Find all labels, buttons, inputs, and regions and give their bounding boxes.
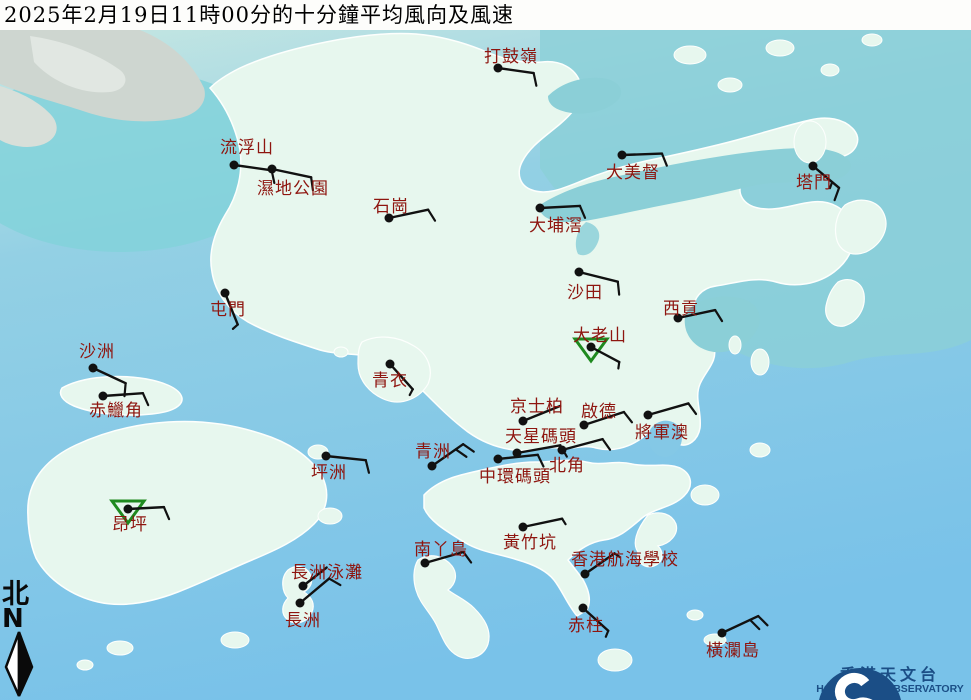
station-label: 天星碼頭 — [505, 427, 577, 447]
station-dot — [268, 165, 277, 174]
station-dot — [124, 505, 133, 514]
hong-kong-map: 流浮山濕地公園 打鼓嶺石崗大埔滘 大美督塔門沙田西貢 屯門沙洲赤鱲角 青衣京士柏啟德將軍… — [0, 0, 971, 700]
soko-island — [107, 641, 133, 655]
beaufort-island — [687, 610, 703, 620]
station-label: 青衣 — [372, 371, 408, 391]
station-dot — [221, 289, 230, 298]
tung-ping-chau-island — [862, 34, 882, 46]
station-label: 打鼓嶺 — [484, 47, 538, 67]
station-label: 赤柱 — [568, 616, 604, 636]
station-label: 石崗 — [373, 197, 409, 217]
crooked-island — [674, 46, 706, 64]
tung-lung-island — [691, 485, 719, 505]
station-label: 青洲 — [415, 442, 451, 462]
station-label: 啟德 — [581, 402, 617, 422]
wind-map-screenshot: 流浮山濕地公園 打鼓嶺石崗大埔滘 大美督塔門沙田西貢 屯門沙洲赤鱲角 青衣京士柏啟德將軍… — [0, 0, 971, 700]
station-dot — [558, 446, 567, 455]
station-label: 屯門 — [210, 300, 246, 320]
station-dot — [99, 392, 108, 401]
station-label: 中環碼頭 — [479, 467, 551, 487]
wind-barb-tick — [618, 282, 619, 295]
station-label: 赤鱲角 — [89, 401, 143, 421]
station-label: 大老山 — [573, 326, 627, 346]
station-label: 西貢 — [663, 299, 699, 319]
double-haven-islet-3 — [821, 64, 839, 76]
kau-sai-chau-island — [751, 349, 769, 375]
station-label: 北角 — [549, 456, 585, 476]
station-label: 黃竹坑 — [503, 533, 557, 553]
map-title: 2025年2月19日11時00分的十分鐘平均風向及風速 — [0, 0, 971, 30]
station-label: 塔門 — [796, 173, 832, 193]
hko-logo: 香港天文台 HONG KONG OBSERVATORY — [815, 666, 965, 696]
station-label: 昂坪 — [112, 515, 148, 535]
ma-wan-island — [334, 347, 348, 357]
double-haven-islet-1 — [718, 78, 742, 92]
station-label: 沙田 — [567, 283, 603, 303]
station-dot — [519, 523, 528, 532]
station-dot — [386, 360, 395, 369]
station-label: 大美督 — [606, 163, 660, 183]
station-label: 南丫島 — [414, 540, 468, 560]
wind-barb-staff — [622, 154, 662, 155]
double-haven-islet-2 — [766, 40, 794, 56]
station-dot — [536, 204, 545, 213]
station-dot — [322, 452, 331, 461]
north-indicator: 北 N — [2, 582, 48, 698]
station-dot — [575, 268, 584, 277]
station-label: 京士柏 — [510, 397, 564, 417]
station-dot — [230, 161, 239, 170]
north-label-en: N — [2, 608, 48, 630]
station-dot — [296, 599, 305, 608]
po-toi-island — [598, 649, 632, 671]
shek-kwu-chau-island — [221, 632, 249, 648]
station-dot — [644, 411, 653, 420]
station-label: 沙洲 — [79, 342, 115, 362]
hko-emblem-icon — [815, 666, 905, 700]
station-label: 濕地公園 — [257, 179, 329, 199]
station-dot — [579, 604, 588, 613]
station-label: 橫瀾島 — [706, 641, 760, 661]
clear-water-bay-islet — [750, 443, 770, 457]
station-label: 將軍澳 — [635, 423, 689, 443]
station-dot — [519, 417, 528, 426]
station-dot — [718, 629, 727, 638]
station-dot — [581, 570, 590, 579]
tap-mun-island — [794, 121, 826, 163]
station-dot — [89, 364, 98, 373]
wind-barb-tick — [618, 362, 619, 368]
soko-islet — [77, 660, 93, 670]
station-label: 大埔滘 — [529, 216, 583, 236]
station-dot — [428, 462, 437, 471]
station-label: 坪洲 — [311, 463, 347, 483]
sharp-island — [729, 336, 741, 354]
station-label: 香港航海學校 — [571, 550, 679, 570]
hei-ling-chau-island — [318, 508, 342, 524]
station-dot — [618, 151, 627, 160]
station-label: 流浮山 — [220, 138, 274, 158]
north-arrow-icon — [2, 630, 42, 698]
station-dot — [494, 455, 503, 464]
station-dot — [809, 162, 818, 171]
station-label: 長洲 — [285, 611, 321, 631]
